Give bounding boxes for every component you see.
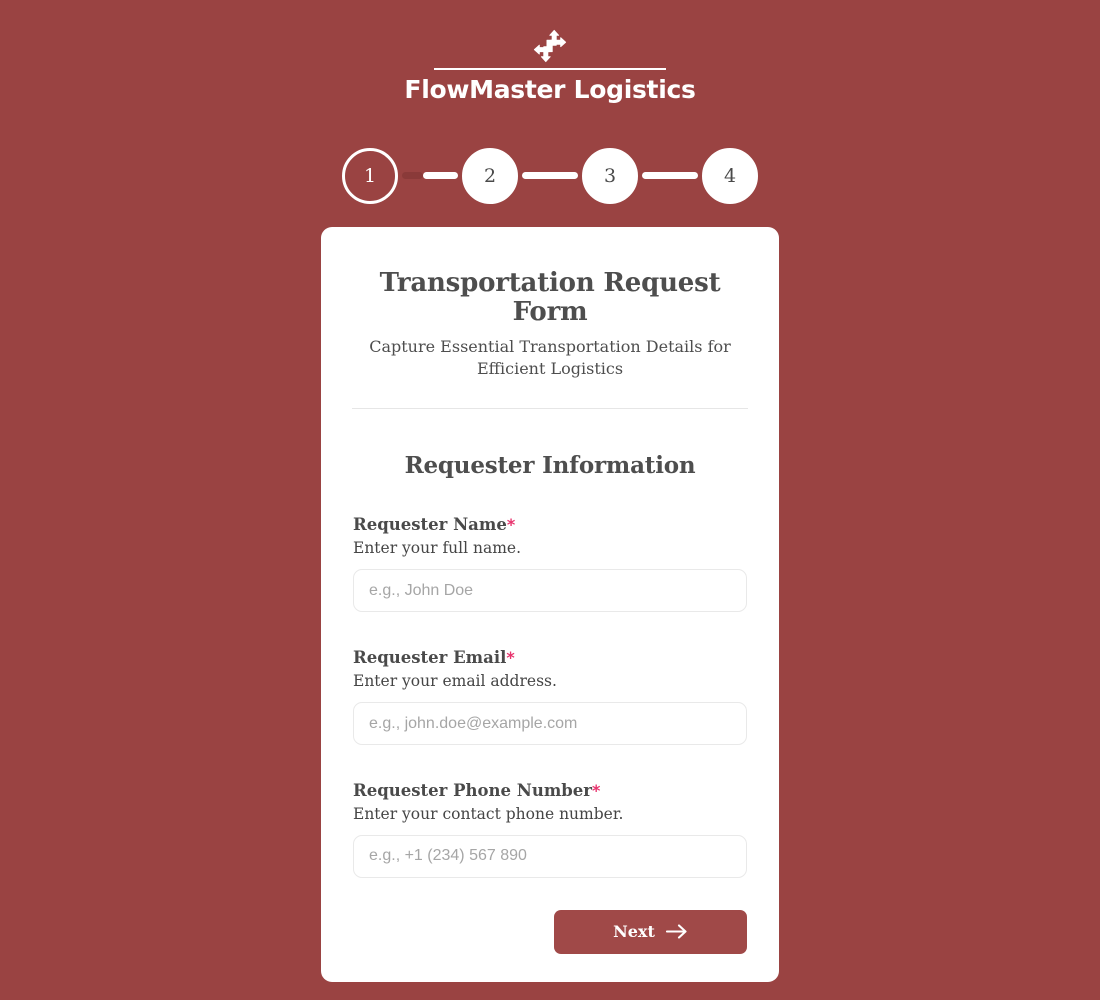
connector-filled-segment bbox=[423, 172, 458, 179]
label-requester-phone-number: Requester Phone Number* bbox=[353, 781, 600, 800]
header-divider bbox=[352, 408, 748, 410]
step-number-1: 1 bbox=[363, 164, 377, 187]
page-title: Transportation Request Form bbox=[379, 267, 721, 328]
form-actions: Next bbox=[351, 909, 749, 954]
connector-pending-segment bbox=[402, 172, 424, 179]
page-subtitle: Capture Essential Transportation Details… bbox=[369, 337, 731, 378]
field-requester-email: Requester Email* Enter your email addres… bbox=[351, 648, 749, 745]
connector-filled-segment bbox=[522, 172, 578, 179]
required-marker: * bbox=[506, 648, 515, 668]
form-card-container: Transportation Request Form Capture Esse… bbox=[0, 226, 1100, 982]
transportation-request-form-card: Transportation Request Form Capture Esse… bbox=[321, 226, 779, 982]
label-text: Requester Name bbox=[353, 515, 507, 535]
label-requester-email: Requester Email* bbox=[353, 648, 515, 667]
step-indicator-2[interactable]: 2 bbox=[462, 147, 518, 204]
step-number-3: 3 bbox=[603, 164, 617, 187]
brand-rule-divider bbox=[434, 68, 666, 70]
requester-phone-number-input[interactable] bbox=[353, 834, 747, 878]
four-way-arrows-icon bbox=[530, 26, 570, 66]
description-requester-name: Enter your full name. bbox=[353, 539, 522, 558]
step-number-4: 4 bbox=[723, 164, 737, 187]
requester-email-input[interactable] bbox=[353, 702, 747, 745]
connector-filled-segment bbox=[642, 172, 698, 179]
label-text: Requester Email bbox=[353, 648, 507, 668]
step-indicator-4[interactable]: 4 bbox=[702, 147, 758, 204]
step-indicator-3[interactable]: 3 bbox=[582, 147, 638, 204]
description-requester-email: Enter your email address. bbox=[353, 671, 557, 690]
arrow-right-icon bbox=[665, 924, 688, 939]
step-connector-2-3 bbox=[522, 172, 578, 179]
required-marker: * bbox=[506, 515, 516, 535]
brand-name: FlowMaster Logistics bbox=[404, 75, 696, 104]
required-marker: * bbox=[592, 781, 601, 800]
progress-stepper: 1 2 3 4 bbox=[0, 146, 1100, 206]
field-requester-phone-number: Requester Phone Number* Enter your conta… bbox=[351, 781, 749, 878]
section-heading-requester-information: Requester Information bbox=[404, 452, 696, 480]
step-indicator-1[interactable]: 1 bbox=[342, 147, 398, 204]
label-text: Requester Phone Number bbox=[353, 781, 593, 800]
step-connector-1-2 bbox=[402, 172, 458, 179]
step-connector-3-4 bbox=[642, 172, 698, 179]
field-requester-name: Requester Name* Enter your full name. bbox=[351, 515, 749, 613]
brand-header: FlowMaster Logistics bbox=[0, 0, 1100, 104]
next-button-label: Next bbox=[613, 922, 655, 942]
requester-name-input[interactable] bbox=[353, 569, 747, 613]
step-number-2: 2 bbox=[483, 164, 497, 187]
label-requester-name: Requester Name* bbox=[353, 515, 515, 534]
next-button[interactable]: Next bbox=[554, 909, 747, 954]
description-requester-phone-number: Enter your contact phone number. bbox=[353, 804, 624, 823]
